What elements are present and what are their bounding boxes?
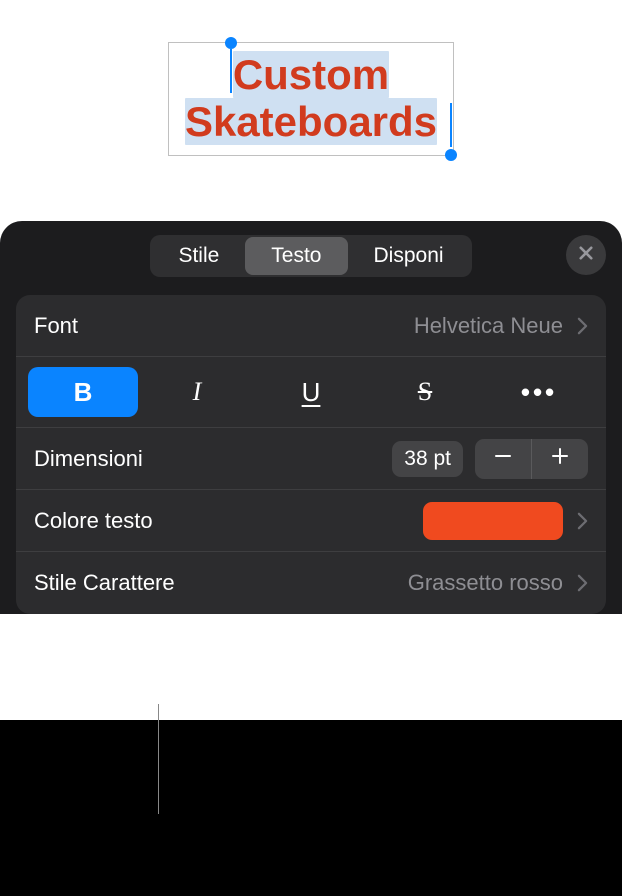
- selection-cursor-start: [230, 49, 232, 93]
- selection-cursor-end: [450, 103, 452, 147]
- more-options-button[interactable]: •••: [484, 367, 594, 417]
- panel-body: Font Helvetica Neue B I U S ••• Dimensio…: [16, 295, 606, 614]
- canvas-area: Custom Skateboards: [0, 0, 622, 220]
- chevron-right-icon: [577, 512, 588, 530]
- panel-header: Stile Testo Disponi: [0, 235, 622, 295]
- panel-tabs: Stile Testo Disponi: [150, 235, 471, 277]
- italic-button[interactable]: I: [142, 367, 252, 417]
- underline-button[interactable]: U: [256, 367, 366, 417]
- minus-icon: [493, 446, 513, 472]
- text-color-swatch[interactable]: [423, 502, 563, 540]
- strikethrough-button[interactable]: S: [370, 367, 480, 417]
- size-label: Dimensioni: [34, 446, 392, 472]
- plus-icon: [550, 446, 570, 472]
- font-value: Helvetica Neue: [414, 313, 563, 339]
- chevron-right-icon: [577, 574, 588, 592]
- size-value[interactable]: 38 pt: [392, 441, 463, 477]
- text-color-label: Colore testo: [34, 508, 423, 534]
- bottom-black-area: [0, 720, 622, 896]
- bold-icon: B: [74, 377, 93, 408]
- character-style-value: Grassetto rosso: [408, 570, 563, 596]
- underline-icon: U: [302, 377, 321, 408]
- strikethrough-icon: S: [418, 377, 432, 407]
- font-row[interactable]: Font Helvetica Neue: [16, 295, 606, 357]
- bold-button[interactable]: B: [28, 367, 138, 417]
- size-controls: 38 pt: [392, 439, 588, 479]
- selection-handle-start[interactable]: [225, 37, 237, 49]
- chevron-right-icon: [577, 317, 588, 335]
- format-panel: Stile Testo Disponi Font Helvetica Neue …: [0, 221, 622, 614]
- size-decrease-button[interactable]: [475, 439, 531, 479]
- size-stepper: [475, 439, 588, 479]
- close-button[interactable]: [566, 235, 606, 275]
- more-icon: •••: [521, 377, 557, 408]
- font-label: Font: [34, 313, 414, 339]
- selected-text-box[interactable]: Custom Skateboards: [168, 42, 454, 156]
- size-increase-button[interactable]: [532, 439, 588, 479]
- tab-arrange[interactable]: Disponi: [348, 237, 470, 275]
- character-style-label: Stile Carattere: [34, 570, 408, 596]
- canvas-text-line2[interactable]: Skateboards: [185, 98, 437, 145]
- size-row: Dimensioni 38 pt: [16, 428, 606, 490]
- callout-line: [158, 704, 159, 814]
- canvas-text-line1[interactable]: Custom: [233, 51, 389, 98]
- text-format-row: B I U S •••: [16, 357, 606, 428]
- selection-handle-end[interactable]: [445, 149, 457, 161]
- italic-icon: I: [193, 377, 202, 407]
- text-color-row[interactable]: Colore testo: [16, 490, 606, 552]
- tab-text[interactable]: Testo: [245, 237, 347, 275]
- close-icon: [577, 244, 595, 267]
- tab-style[interactable]: Stile: [152, 237, 245, 275]
- character-style-row[interactable]: Stile Carattere Grassetto rosso: [16, 552, 606, 614]
